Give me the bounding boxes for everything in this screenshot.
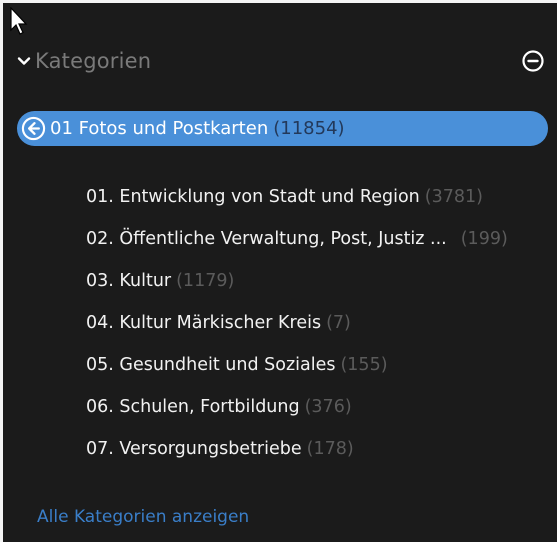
arrow-left-circle-icon[interactable] [21,116,46,141]
categories-title: Kategorien [35,49,152,73]
mouse-pointer-icon [10,7,28,35]
subcategory-label[interactable]: 03. Kultur [86,271,171,291]
selected-category[interactable]: 01 Fotos und Postkarten (11854) [17,111,548,146]
selected-category-label: 01 Fotos und Postkarten [50,118,269,139]
chevron-down-icon[interactable] [17,54,31,68]
subcategory-label[interactable]: 07. Versorgungsbetriebe [86,439,302,459]
subcategory-count: (3781) [424,187,483,207]
subcategory-item[interactable]: 03. Kultur (1179) [86,267,508,309]
subcategory-item[interactable]: 01. Entwicklung von Stadt und Region (378… [86,183,508,225]
subcategory-list: 01. Entwicklung von Stadt und Region (378… [86,183,508,477]
subcategory-item[interactable]: 06. Schulen, Fortbildung (376) [86,393,508,435]
minus-circle-icon[interactable] [521,49,545,73]
categories-header[interactable]: Kategorien [17,41,545,81]
subcategory-label[interactable]: 05. Gesundheit und Soziales [86,355,335,375]
subcategory-label[interactable]: 02. Öffentliche Verwaltung, Post, Justiz… [86,229,447,249]
subcategory-count: (199) [460,229,508,249]
subcategory-count: (178) [306,439,354,459]
subcategory-item[interactable]: 04. Kultur Märkischer Kreis (7) [86,309,508,351]
subcategory-count: (1179) [176,271,235,291]
subcategory-label[interactable]: 01. Entwicklung von Stadt und Region [86,187,420,207]
subcategory-label[interactable]: 06. Schulen, Fortbildung [86,397,300,417]
show-all-categories-link[interactable]: Alle Kategorien anzeigen [37,507,249,527]
subcategory-item[interactable]: 07. Versorgungsbetriebe (178) [86,435,508,477]
subcategory-count: (7) [326,313,351,333]
subcategory-count: (155) [340,355,388,375]
selected-category-count: (11854) [273,118,345,139]
subcategory-item[interactable]: 05. Gesundheit und Soziales (155) [86,351,508,393]
subcategory-label[interactable]: 04. Kultur Märkischer Kreis [86,313,321,333]
subcategory-item[interactable]: 02. Öffentliche Verwaltung, Post, Justiz… [86,225,508,267]
categories-panel: Kategorien 01 Fotos und Postkarten (1185… [0,0,557,542]
subcategory-count: (376) [304,397,352,417]
